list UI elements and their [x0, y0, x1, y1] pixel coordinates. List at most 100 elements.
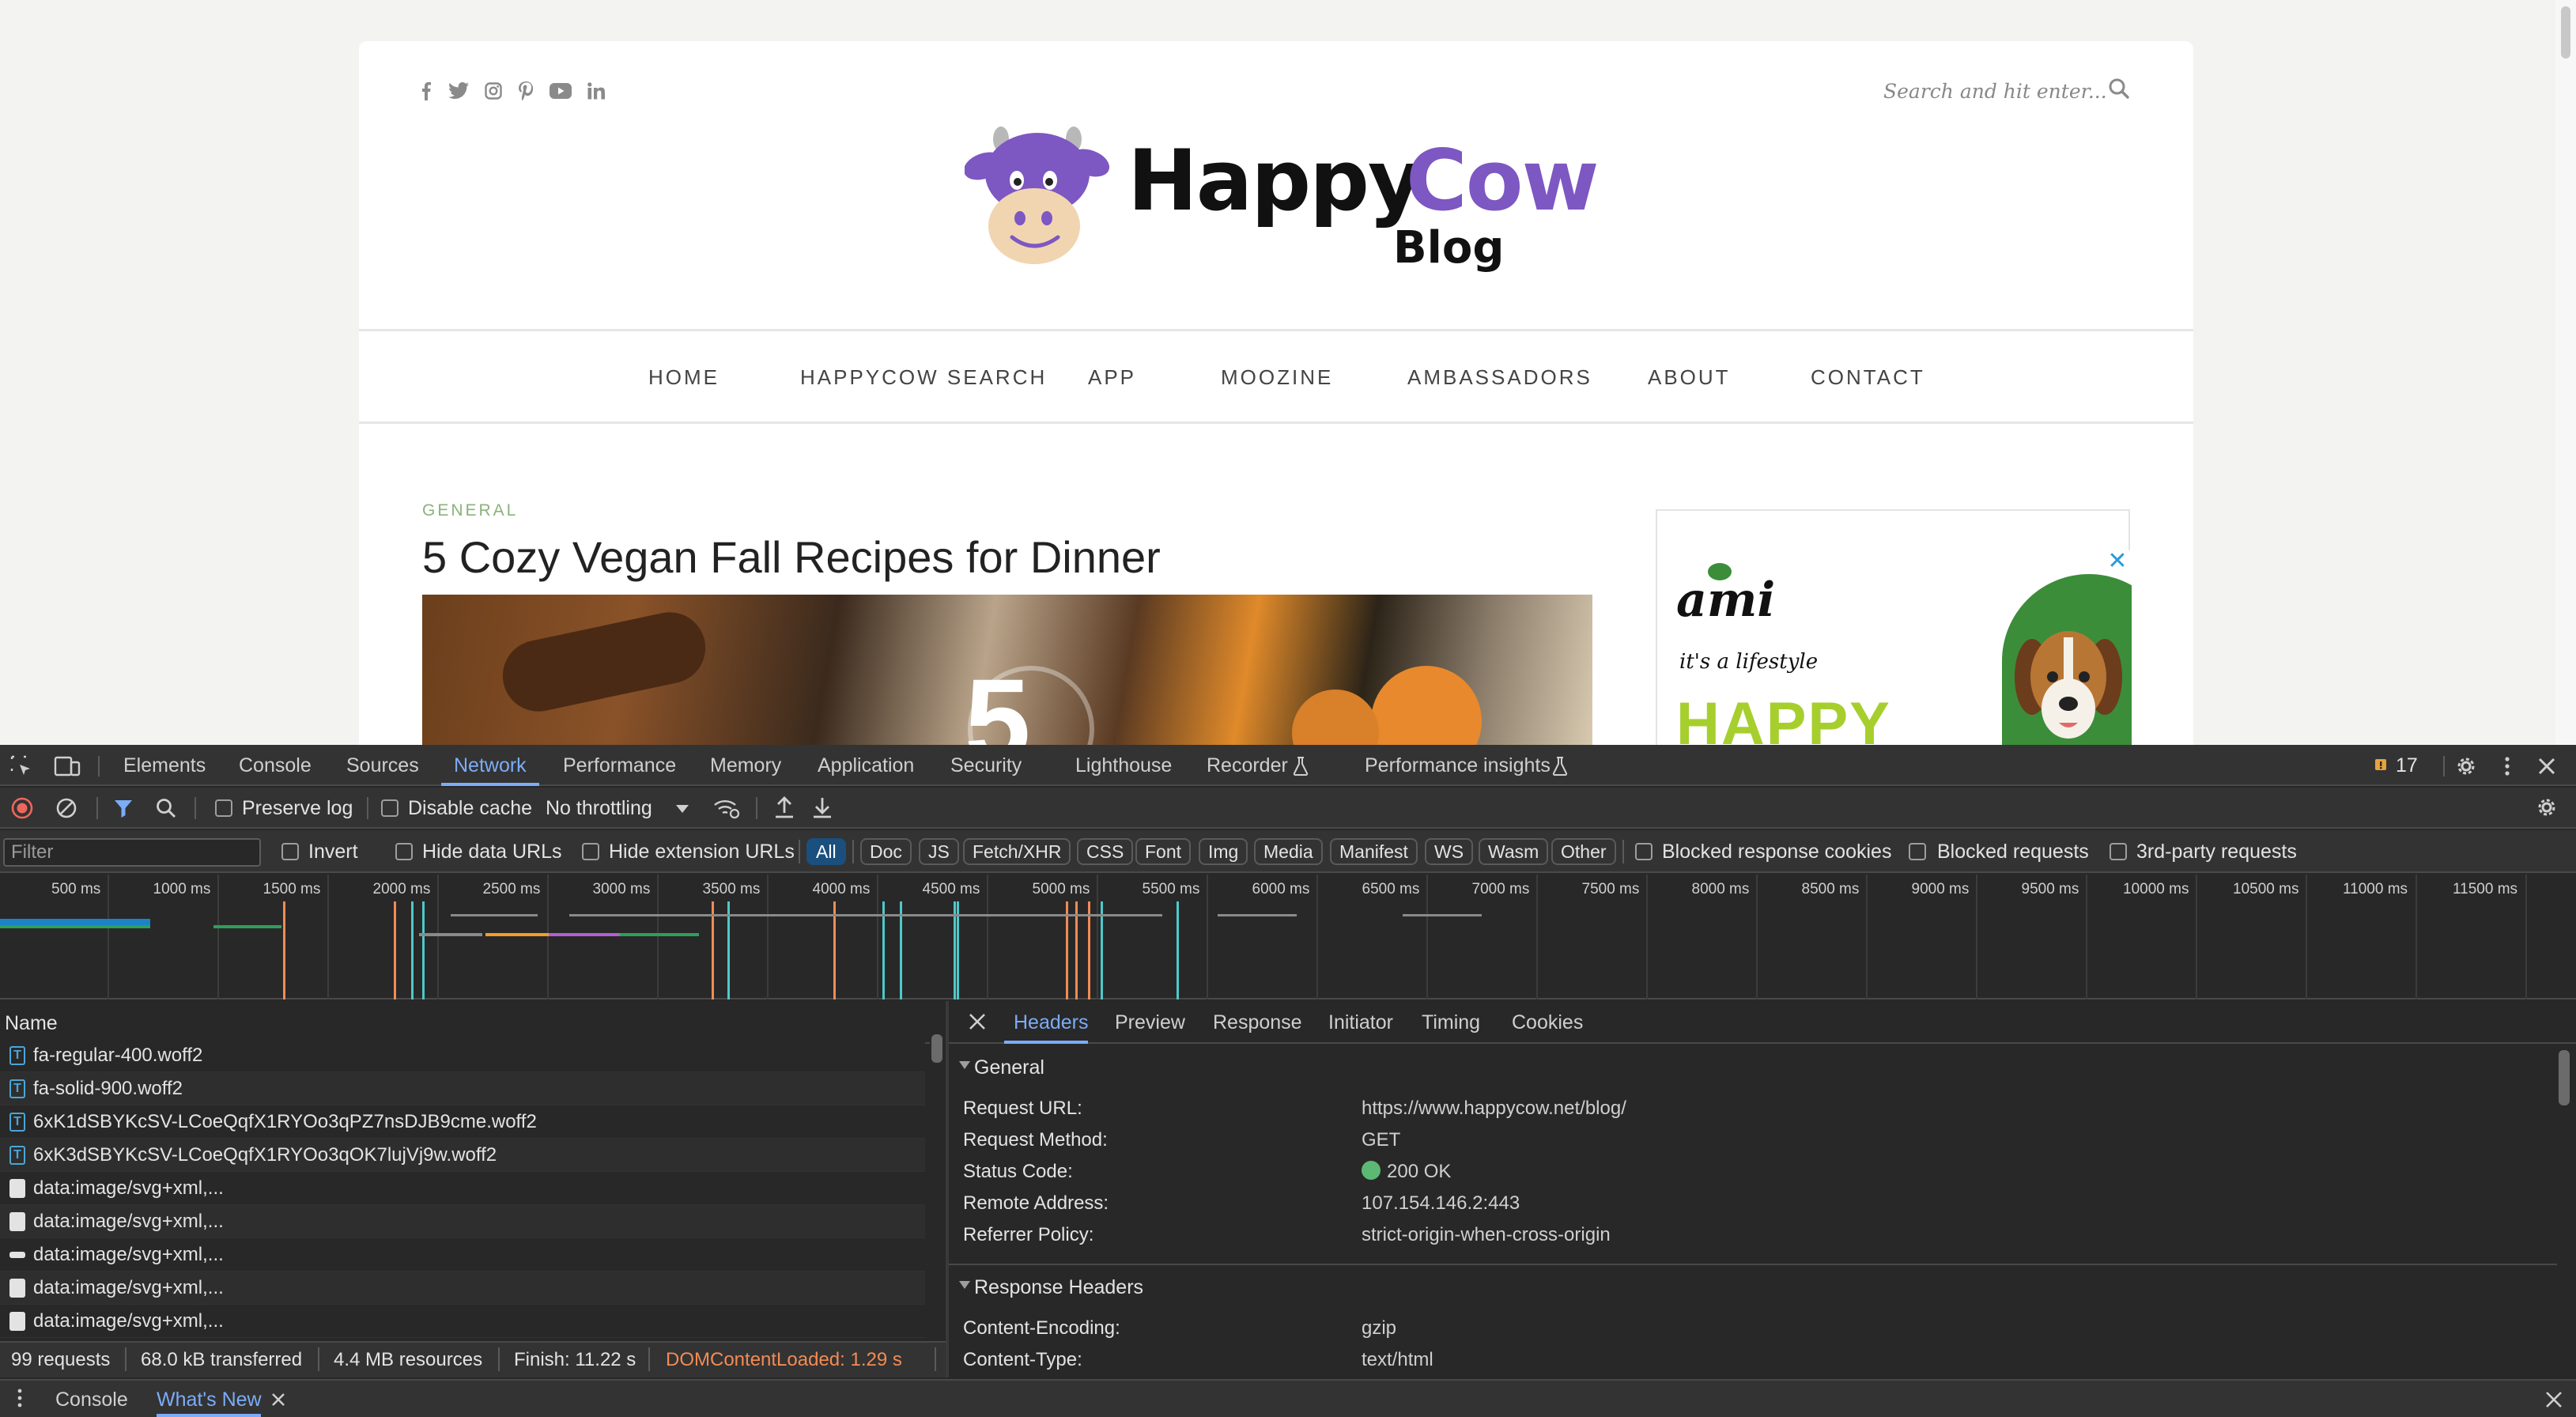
triangle-down-icon[interactable] [958, 1279, 971, 1290]
import-har-icon[interactable] [773, 795, 795, 819]
nav-contact[interactable]: CONTACT [1811, 365, 1925, 390]
filter-type-doc[interactable]: Doc [860, 838, 912, 865]
request-list-scrollbar[interactable] [930, 1033, 944, 1333]
request-name[interactable]: data:image/svg+xml,... [33, 1238, 224, 1272]
nav-home[interactable]: HOME [648, 365, 720, 390]
detail-tab-headers[interactable]: Headers [1014, 1001, 1089, 1044]
filter-type-font[interactable]: Font [1135, 838, 1192, 865]
post-category[interactable]: GENERAL [422, 501, 518, 520]
throttling-select[interactable]: No throttling [546, 799, 652, 818]
hide-data-urls-checkbox[interactable] [395, 843, 413, 860]
status-code-value[interactable]: 200 OK [1387, 1161, 1451, 1183]
youtube-icon[interactable] [549, 81, 572, 101]
hide-extension-urls-checkbox[interactable] [582, 843, 599, 860]
detail-tab-preview[interactable]: Preview [1115, 1001, 1185, 1044]
detail-scrollbar-thumb[interactable] [2559, 1050, 2570, 1105]
invert-checkbox[interactable] [281, 843, 299, 860]
response-headers-section-header[interactable]: Response Headers [974, 1276, 1143, 1299]
blocked-requests-checkbox[interactable] [1909, 843, 1926, 860]
request-list-scrollbar-thumb[interactable] [931, 1034, 942, 1063]
close-devtools-icon[interactable] [2536, 756, 2557, 777]
request-name[interactable]: data:image/svg+xml,... [33, 1172, 224, 1205]
filter-type-js[interactable]: JS [919, 838, 959, 865]
issues-flag-icon[interactable] [2374, 758, 2389, 775]
tab-network[interactable]: Network [454, 745, 527, 786]
close-drawer-tab-icon[interactable] [270, 1392, 286, 1408]
post-featured-image[interactable]: 5 [422, 595, 1592, 745]
export-har-icon[interactable] [811, 795, 833, 819]
filter-type-wasm[interactable]: Wasm [1479, 838, 1549, 865]
cow-mascot-logo[interactable] [963, 119, 1131, 269]
ad-close-icon[interactable]: ✕ [2106, 550, 2128, 573]
tab-elements[interactable]: Elements [123, 745, 206, 786]
drawer-menu-icon[interactable] [16, 1387, 24, 1409]
nav-app[interactable]: APP [1088, 365, 1136, 390]
request-name[interactable]: 6xK3dSBYKcSV-LCoeQqfX1RYOo3qOK7lujVj9w.w… [33, 1139, 497, 1172]
tab-sources[interactable]: Sources [346, 745, 419, 786]
device-toolbar-icon[interactable] [54, 754, 81, 778]
filter-type-img[interactable]: Img [1199, 838, 1248, 865]
detail-tab-cookies[interactable]: Cookies [1512, 1001, 1583, 1044]
pinterest-icon[interactable] [517, 81, 534, 101]
tab-performance[interactable]: Performance [563, 745, 676, 786]
filter-type-all[interactable]: All [806, 838, 846, 865]
preserve-log-checkbox[interactable] [215, 799, 232, 817]
site-search-input[interactable]: Search and hit enter... [1883, 76, 2136, 108]
general-section-header[interactable]: General [974, 1056, 1044, 1079]
network-conditions-icon[interactable] [713, 797, 740, 819]
search-icon[interactable] [155, 797, 177, 819]
page-scrollbar-thumb[interactable] [2561, 6, 2570, 59]
request-name[interactable]: data:image/svg+xml,... [33, 1272, 224, 1305]
instagram-icon[interactable] [484, 81, 503, 101]
tab-lighthouse[interactable]: Lighthouse [1075, 745, 1172, 786]
drawer-tab-console[interactable]: Console [55, 1389, 128, 1411]
filter-type-fetch-xhr[interactable]: Fetch/XHR [963, 838, 1071, 865]
third-party-requests-checkbox[interactable] [2110, 843, 2127, 860]
settings-gear-icon[interactable] [2454, 754, 2478, 778]
detail-tab-response[interactable]: Response [1213, 1001, 1302, 1044]
referrer-policy-value[interactable]: strict-origin-when-cross-origin [1362, 1224, 1611, 1246]
facebook-icon[interactable] [419, 81, 433, 101]
nav-moozine[interactable]: MOOZINE [1221, 365, 1333, 390]
filter-input[interactable]: Filter [3, 838, 261, 867]
logo-wordmark-happy[interactable]: Happy [1127, 139, 1422, 223]
logo-wordmark-blog[interactable]: Blog [1393, 226, 1504, 270]
tab-recorder[interactable]: Recorder [1207, 745, 1288, 786]
filter-type-ws[interactable]: WS [1425, 838, 1474, 865]
request-method-value[interactable]: GET [1362, 1129, 1400, 1151]
search-icon[interactable] [2108, 77, 2132, 101]
request-name[interactable]: data:image/svg+xml,... [33, 1305, 224, 1338]
filter-type-media[interactable]: Media [1254, 838, 1323, 865]
detail-tab-timing[interactable]: Timing [1422, 1001, 1480, 1044]
request-url-value[interactable]: https://www.happycow.net/blog/ [1362, 1098, 1626, 1120]
logo-wordmark-cow[interactable]: Cow [1406, 139, 1600, 223]
record-stop-icon[interactable] [11, 797, 33, 819]
tab-application[interactable]: Application [818, 745, 914, 786]
disable-cache-checkbox[interactable] [381, 799, 398, 817]
filter-funnel-icon[interactable] [112, 797, 134, 819]
content-type-value[interactable]: text/html [1362, 1349, 1433, 1371]
drawer-tab-whats-new[interactable]: What's New [157, 1389, 262, 1411]
tab-console[interactable]: Console [239, 745, 312, 786]
blocked-response-cookies-checkbox[interactable] [1635, 843, 1652, 860]
nav-ambassadors[interactable]: AMBASSADORS [1407, 365, 1592, 390]
column-name-header[interactable]: Name [5, 1014, 58, 1033]
clear-icon[interactable] [55, 797, 77, 819]
inspect-element-icon[interactable] [9, 754, 33, 778]
page-scrollbar[interactable] [2555, 0, 2576, 745]
request-name[interactable]: data:image/svg+xml,... [33, 1205, 224, 1238]
issues-count[interactable]: 17 [2396, 756, 2418, 776]
request-name[interactable]: fa-regular-400.woff2 [33, 1039, 202, 1072]
detail-tab-initiator[interactable]: Initiator [1328, 1001, 1393, 1044]
nav-about[interactable]: ABOUT [1648, 365, 1731, 390]
close-drawer-icon[interactable] [2544, 1390, 2563, 1409]
request-name[interactable]: fa-solid-900.woff2 [33, 1072, 183, 1105]
content-encoding-value[interactable]: gzip [1362, 1317, 1396, 1340]
close-detail-icon[interactable] [968, 1012, 987, 1031]
twitter-icon[interactable] [448, 81, 470, 101]
network-settings-gear-icon[interactable] [2535, 795, 2559, 819]
remote-address-value[interactable]: 107.154.146.2:443 [1362, 1192, 1520, 1215]
filter-type-other[interactable]: Other [1551, 838, 1616, 865]
request-name[interactable]: 6xK1dSBYKcSV-LCoeQqfX1RYOo3qPZ7nsDJB9cme… [33, 1105, 537, 1139]
filter-type-css[interactable]: CSS [1077, 838, 1134, 865]
